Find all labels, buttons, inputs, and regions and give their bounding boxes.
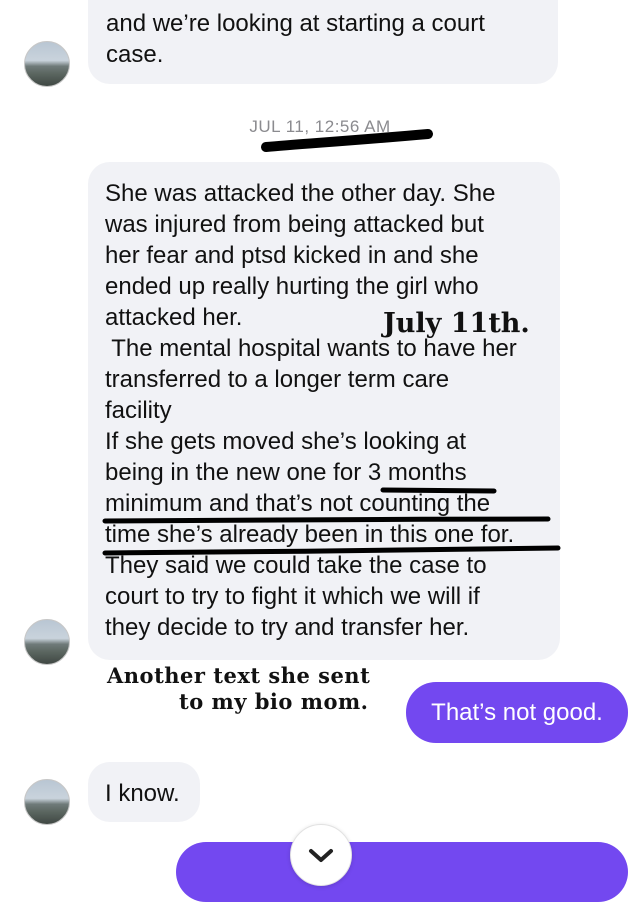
message-line: being in the new one for 3 months bbox=[105, 459, 467, 486]
message-line: they decide to try and transfer her. bbox=[105, 614, 470, 641]
message-line: was injured from being attacked but bbox=[105, 211, 484, 238]
message-line: time she’s already been in this one for. bbox=[105, 521, 515, 548]
message-text: That’s not good. bbox=[431, 699, 603, 726]
message-bubble-outgoing[interactable] bbox=[176, 842, 628, 902]
contact-avatar[interactable] bbox=[24, 41, 70, 87]
message-line: They said we could take the case to bbox=[105, 552, 487, 579]
contact-avatar[interactable] bbox=[24, 779, 70, 825]
message-bubble-incoming[interactable]: She was attacked the other day. She was … bbox=[88, 162, 560, 660]
message-bubble-incoming[interactable]: and we’re looking at starting a court ca… bbox=[88, 0, 558, 84]
scroll-down-button[interactable] bbox=[290, 824, 352, 886]
message-timestamp: JUL 11, 12:56 AM bbox=[249, 117, 391, 136]
message-bubble-incoming[interactable]: I know. bbox=[88, 762, 200, 822]
message-line: transferred to a longer term care bbox=[105, 366, 450, 393]
message-line: facility bbox=[105, 397, 172, 424]
message-text: I know. bbox=[105, 780, 180, 807]
message-line: court to try to fight it which we will i… bbox=[105, 583, 480, 610]
annotation-date-note: July 11th. bbox=[383, 308, 530, 339]
message-line: and we’re looking at starting a court bbox=[106, 10, 485, 37]
message-line: She was attacked the other day. She bbox=[105, 180, 496, 207]
annotation-caption-line: to my bio mom. bbox=[179, 689, 369, 714]
message-line: minimum and that’s not counting the bbox=[105, 490, 491, 517]
message-line: her fear and ptsd kicked in and she bbox=[105, 242, 479, 269]
message-line: If she gets moved she’s looking at bbox=[105, 428, 467, 455]
chevron-down-icon bbox=[309, 849, 333, 862]
message-line: ended up really hurting the girl who bbox=[105, 273, 479, 300]
contact-avatar[interactable] bbox=[24, 619, 70, 665]
message-line: case. bbox=[106, 41, 164, 68]
annotation-caption-line: Another text she sent bbox=[107, 663, 371, 688]
message-bubble-outgoing[interactable]: That’s not good. bbox=[406, 682, 628, 743]
